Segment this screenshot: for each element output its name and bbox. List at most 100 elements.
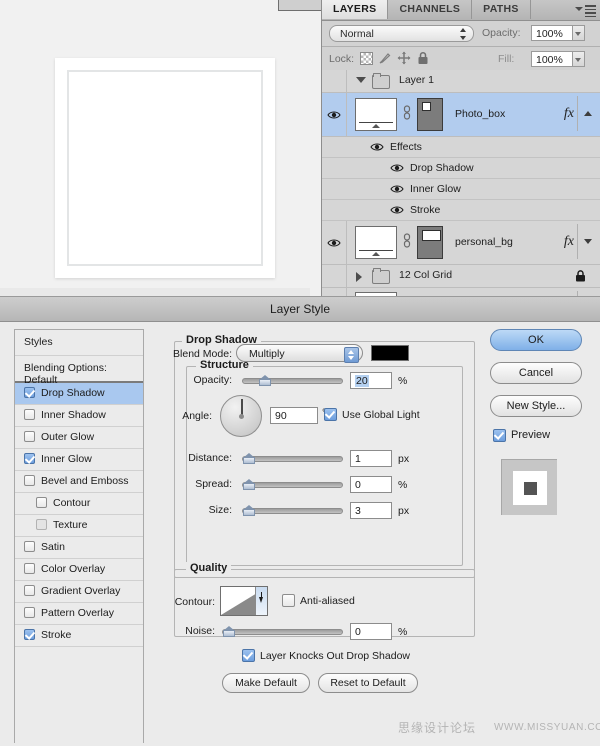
style-item-texture[interactable]: Texture [15, 515, 143, 537]
lock-all-icon[interactable] [416, 51, 430, 65]
cancel-button[interactable]: Cancel [490, 362, 582, 384]
new-style-button[interactable]: New Style... [490, 395, 582, 417]
visibility-column[interactable] [322, 265, 347, 287]
opacity-slider[interactable] [242, 375, 343, 387]
checkbox-color-overlay[interactable] [24, 563, 35, 574]
tab-layers[interactable]: LAYERS [322, 0, 389, 19]
stepper-icon[interactable] [344, 347, 359, 363]
style-item-satin[interactable]: Satin [15, 537, 143, 559]
styles-blending-options[interactable]: Blending Options: Default [15, 356, 143, 386]
layer-mask-thumbnail[interactable] [417, 226, 443, 259]
shadow-color-swatch[interactable] [371, 345, 409, 361]
effect-row-drop-shadow[interactable]: Drop Shadow [322, 158, 600, 179]
checkbox-bevel-and-emboss[interactable] [24, 475, 35, 486]
checkbox-drop-shadow[interactable] [24, 387, 35, 398]
disclosure-triangle-icon[interactable] [356, 77, 366, 83]
panel-opacity-dropdown[interactable] [573, 25, 585, 41]
style-item-contour[interactable]: Contour [15, 493, 143, 515]
layer-mask-thumbnail[interactable] [417, 98, 443, 131]
style-item-inner-glow[interactable]: Inner Glow [15, 449, 143, 471]
checkbox-layer-knocks-out-drop-shadow[interactable] [242, 649, 255, 662]
checkbox-contour[interactable] [36, 497, 47, 508]
layer-row-text[interactable]: T Web Designer, Web Master fx [322, 288, 600, 296]
spread-slider[interactable] [242, 479, 343, 491]
size-slider[interactable] [242, 505, 343, 517]
style-item-drop-shadow[interactable]: Drop Shadow [15, 383, 143, 405]
make-default-button[interactable]: Make Default [222, 673, 310, 693]
lock-transparent-pixels-icon[interactable] [359, 51, 373, 65]
panel-opacity-input[interactable]: 100% [531, 25, 573, 41]
checkbox-satin[interactable] [24, 541, 35, 552]
layer-blend-mode-select[interactable]: Normal [329, 25, 474, 42]
visibility-column[interactable] [322, 70, 347, 92]
visibility-toggle-text[interactable] [322, 288, 347, 296]
layer-row-personal-bg[interactable]: personal_bg fx [322, 221, 600, 265]
opacity-slider-thumb[interactable] [259, 375, 271, 387]
lock-position-move-icon[interactable] [397, 51, 411, 65]
disclosure-triangle-icon[interactable] [356, 272, 362, 282]
lock-image-pixels-brush-icon[interactable] [378, 51, 392, 65]
checkbox-stroke[interactable] [24, 629, 35, 640]
style-item-outer-glow[interactable]: Outer Glow [15, 427, 143, 449]
opacity-input[interactable]: 20 [350, 372, 392, 389]
checkbox-gradient-overlay[interactable] [24, 585, 35, 596]
angle-dial[interactable] [220, 395, 262, 437]
visibility-toggle-photo-box[interactable] [322, 93, 347, 136]
tab-channels[interactable]: CHANNELS [388, 0, 473, 19]
checkbox-use-global-light[interactable] [324, 408, 337, 421]
visibility-toggle-personal-bg[interactable] [322, 221, 347, 264]
style-item-gradient-overlay[interactable]: Gradient Overlay [15, 581, 143, 603]
effect-row-inner-glow[interactable]: Inner Glow [322, 179, 600, 200]
styles-list[interactable]: Styles Blending Options: Default Drop Sh… [14, 329, 144, 735]
fill-input[interactable]: 100% [531, 51, 573, 67]
layer-thumbnail[interactable] [355, 98, 397, 131]
link-mask-icon[interactable] [403, 233, 411, 249]
distance-slider-thumb[interactable] [243, 453, 255, 465]
effect-row-stroke[interactable]: Stroke [322, 200, 600, 221]
blend-mode-select[interactable]: Multiply [236, 344, 363, 363]
layer-list[interactable]: Layer 1 Photo_box fx Effects Drop Shadow… [322, 70, 600, 296]
style-item-inner-shadow[interactable]: Inner Shadow [15, 405, 143, 427]
stepper-icon[interactable] [458, 28, 469, 40]
checkbox-outer-glow[interactable] [24, 431, 35, 442]
eye-icon[interactable] [390, 163, 404, 173]
layer-row-group-layer1[interactable]: Layer 1 [322, 70, 600, 93]
checkbox-texture[interactable] [36, 519, 47, 530]
checkbox-pattern-overlay[interactable] [24, 607, 35, 618]
noise-slider-thumb[interactable] [223, 626, 235, 638]
checkbox-preview[interactable] [493, 429, 506, 442]
layer-thumbnail[interactable] [355, 226, 397, 259]
ok-button[interactable]: OK [490, 329, 582, 351]
style-item-stroke[interactable]: Stroke [15, 625, 143, 647]
link-mask-icon[interactable] [403, 105, 411, 121]
checkbox-anti-aliased[interactable] [282, 594, 295, 607]
style-item-pattern-overlay[interactable]: Pattern Overlay [15, 603, 143, 625]
contour-dropdown-arrow[interactable] [255, 587, 267, 615]
style-item-color-overlay[interactable]: Color Overlay [15, 559, 143, 581]
style-item-bevel-and-emboss[interactable]: Bevel and Emboss [15, 471, 143, 493]
size-input[interactable]: 3 [350, 502, 392, 519]
size-slider-thumb[interactable] [243, 505, 255, 517]
layer-row-photo-box[interactable]: Photo_box fx [322, 93, 600, 137]
fx-expand-toggle[interactable] [577, 224, 597, 259]
checkbox-inner-shadow[interactable] [24, 409, 35, 420]
panel-menu-icon[interactable] [575, 4, 596, 17]
eye-icon[interactable] [390, 184, 404, 194]
reset-to-default-button[interactable]: Reset to Default [318, 673, 418, 693]
dialog-titlebar[interactable]: Layer Style [0, 297, 600, 322]
fx-badge-icon[interactable]: fx [564, 234, 574, 250]
spread-slider-thumb[interactable] [243, 479, 255, 491]
angle-input[interactable]: 90 [270, 407, 318, 424]
eye-icon[interactable] [390, 205, 404, 215]
distance-slider[interactable] [242, 453, 343, 465]
layer-row-group-12col[interactable]: 12 Col Grid [322, 265, 600, 288]
panel-tab-stub[interactable] [278, 0, 323, 11]
contour-preset-picker[interactable] [220, 586, 268, 616]
distance-input[interactable]: 1 [350, 450, 392, 467]
styles-header[interactable]: Styles [15, 330, 143, 356]
spread-input[interactable]: 0 [350, 476, 392, 493]
checkbox-inner-glow[interactable] [24, 453, 35, 464]
eye-icon[interactable] [370, 142, 384, 152]
fx-expand-toggle[interactable] [577, 96, 597, 131]
noise-slider[interactable] [222, 626, 343, 638]
